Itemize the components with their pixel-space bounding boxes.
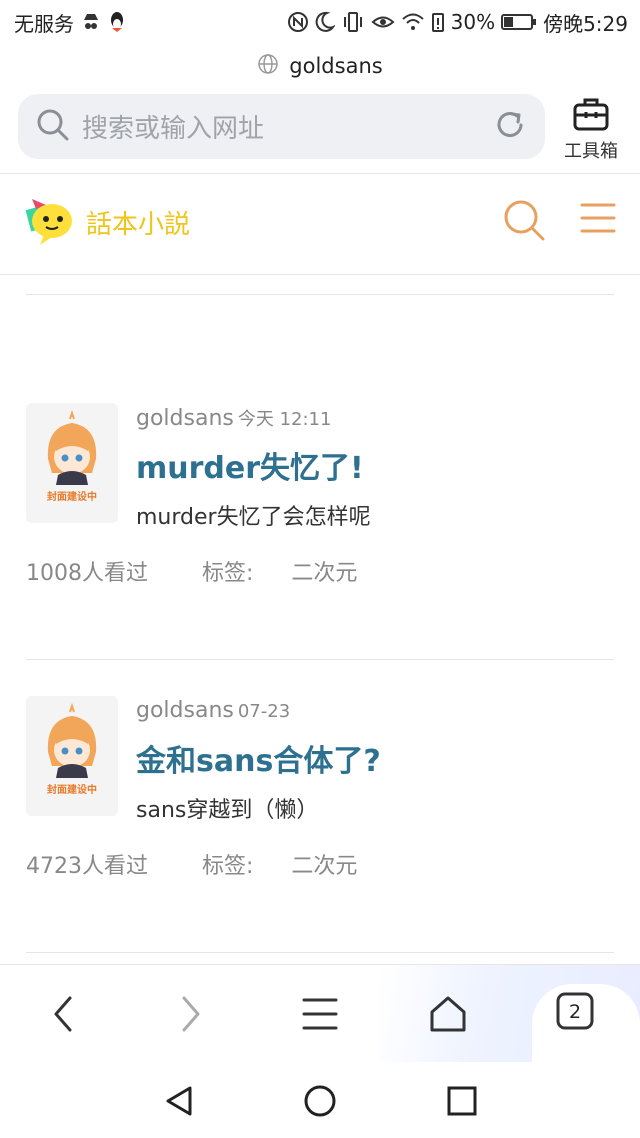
toolbox-button[interactable]: 工具箱 — [556, 96, 626, 162]
article-author[interactable]: goldsans — [136, 698, 234, 723]
search-icon — [36, 108, 70, 146]
eye-icon — [371, 11, 395, 33]
site-menu-icon[interactable] — [578, 200, 618, 240]
logo-text: 話本小説 — [86, 210, 190, 240]
battery-percent: 30% — [450, 10, 496, 34]
article-views: 4723人看过 — [26, 854, 148, 879]
hamburger-icon — [302, 998, 338, 1030]
home-button[interactable] — [423, 989, 473, 1039]
qq-icon — [108, 11, 126, 33]
tag-label: 标签: — [202, 561, 254, 586]
article-summary: sans穿越到（懒） — [136, 798, 319, 823]
toolbox-icon — [571, 96, 611, 137]
divider — [26, 659, 614, 660]
article-author[interactable]: goldsans — [136, 406, 234, 431]
forward-icon — [182, 996, 200, 1032]
square-recents-icon — [447, 1086, 477, 1116]
article-views: 1008人看过 — [26, 561, 148, 586]
domain-label: goldsans — [289, 54, 383, 78]
battery-alert-icon — [431, 11, 445, 33]
back-button[interactable] — [38, 989, 88, 1039]
article-title[interactable]: murder失忆了! — [136, 443, 364, 487]
globe-icon — [257, 53, 279, 80]
divider — [26, 294, 614, 295]
divider — [0, 274, 640, 275]
article-item[interactable]: 封面建设中 goldsans 07-23 金和sans合体了? sans穿越到（懒… — [0, 696, 640, 896]
article-item[interactable]: 封面建设中 goldsans 今天 12:11 murder失忆了! murder… — [0, 403, 640, 603]
divider — [26, 952, 614, 953]
site-search-icon[interactable] — [500, 196, 548, 248]
article-meta: goldsans 07-23 — [136, 698, 290, 723]
home-icon — [430, 996, 466, 1032]
current-domain[interactable]: goldsans — [0, 50, 640, 82]
article-cover[interactable]: 封面建设中 — [26, 696, 118, 816]
article-time: 07-23 — [237, 701, 291, 722]
article-summary: murder失忆了会怎样呢 — [136, 505, 371, 530]
carrier-label: 无服务 — [14, 11, 74, 36]
toolbox-label: 工具箱 — [564, 141, 618, 162]
address-placeholder: 搜索或输入网址 — [82, 114, 265, 144]
system-recents-button[interactable] — [445, 1084, 479, 1118]
divider — [0, 173, 640, 174]
article-title[interactable]: 金和sans合体了? — [136, 736, 381, 780]
back-icon — [54, 996, 72, 1032]
cover-placeholder-text: 封面建设中 — [47, 785, 97, 796]
menu-button[interactable] — [295, 989, 345, 1039]
system-back-button[interactable] — [162, 1084, 196, 1118]
nfc-icon — [287, 11, 309, 33]
article-tag[interactable]: 二次元 — [291, 848, 357, 880]
system-nav-bar — [0, 1062, 640, 1138]
article-cover[interactable]: 封面建设中 — [26, 403, 118, 523]
address-bar[interactable]: 搜索或输入网址 — [18, 94, 545, 159]
site-logo[interactable]: 話本小説 — [24, 193, 224, 253]
wifi-icon — [401, 11, 425, 33]
article-stats: 4723人看过 标签: 二次元 — [26, 848, 357, 880]
tabs-button[interactable]: 2 — [532, 984, 640, 1062]
article-meta: goldsans 今天 12:11 — [136, 405, 331, 431]
triangle-back-icon — [166, 1086, 192, 1116]
article-stats: 1008人看过 标签: 二次元 — [26, 555, 357, 587]
status-bar: 无服务 30% 傍晚5:29 — [0, 0, 640, 44]
moon-icon — [315, 11, 335, 33]
clock: 傍晚5:29 — [543, 11, 628, 36]
refresh-icon[interactable] — [493, 108, 527, 146]
cover-placeholder-text: 封面建设中 — [47, 492, 97, 503]
article-tag[interactable]: 二次元 — [291, 555, 357, 587]
tag-label: 标签: — [202, 854, 254, 879]
incognito-icon — [80, 11, 102, 33]
vibrate-icon — [341, 11, 365, 33]
circle-home-icon — [304, 1085, 336, 1117]
article-time: 今天 12:11 — [237, 409, 332, 430]
tab-count: 2 — [568, 1001, 582, 1023]
forward-button[interactable] — [166, 989, 216, 1039]
system-home-button[interactable] — [303, 1084, 337, 1118]
battery-icon — [501, 12, 537, 32]
